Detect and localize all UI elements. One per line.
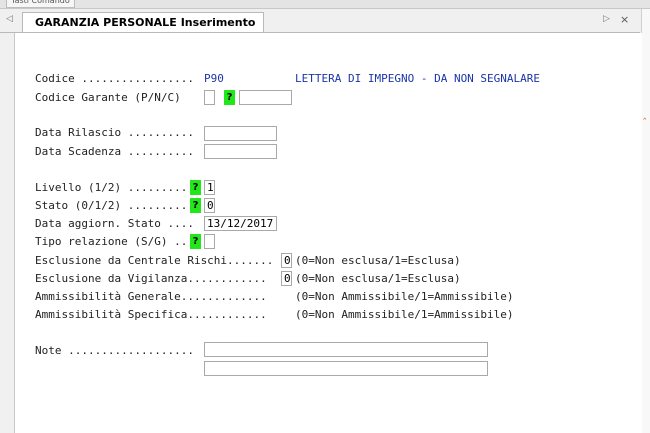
data-rilascio-label: Data Rilascio .......... — [35, 126, 194, 139]
codice-description: LETTERA DI IMPEGNO - DA NON SEGNALARE — [295, 72, 541, 85]
tab-title: GARANZIA PERSONALE — [35, 16, 177, 29]
codice-value: P90 — [204, 72, 224, 85]
stato-input[interactable]: 0 — [204, 198, 215, 213]
tipo-relazione-input[interactable] — [204, 234, 215, 249]
ammissibilita-generale-label: Ammissibilità Generale............. — [35, 290, 267, 303]
tipo-relazione-lookup-icon[interactable]: ? — [190, 234, 201, 249]
close-icon[interactable]: × — [620, 13, 629, 26]
note-input-line2[interactable] — [204, 361, 488, 376]
tab-next-icon[interactable]: ▷ — [603, 14, 610, 24]
livello-lookup-icon[interactable]: ? — [190, 180, 201, 195]
tab-garanzia-personale[interactable]: GARANZIA PERSONALE Inserimento — [22, 12, 265, 32]
esclusione-vig-hint: (0=Non esclusa/1=Esclusa) — [295, 272, 461, 285]
data-scadenza-input[interactable] — [204, 144, 277, 159]
codice-garante-label: Codice Garante (P/N/C) — [35, 91, 181, 104]
tab-prev-icon[interactable]: ◁ — [6, 14, 13, 24]
pane-caret-icon: ‸ — [643, 109, 647, 120]
tab-mode: Inserimento — [180, 16, 256, 29]
note-input-line1[interactable] — [204, 342, 488, 357]
command-keys-button[interactable]: Tasti Comando — [6, 0, 75, 8]
note-label: Note ................... — [35, 344, 194, 357]
esclusione-cr-label: Esclusione da Centrale Rischi....... — [35, 254, 274, 267]
codice-garante-type-input[interactable] — [204, 90, 215, 105]
data-aggiorn-stato-label: Data aggiorn. Stato .... — [35, 217, 194, 230]
form-panel: Codice ................. P90 LETTERA DI … — [14, 33, 642, 433]
data-rilascio-input[interactable] — [204, 126, 277, 141]
livello-label: Livello (1/2) ......... — [35, 181, 188, 194]
ammissibilita-specifica-label: Ammissibilità Specifica............ — [35, 308, 267, 321]
codice-garante-lookup-icon[interactable]: ? — [224, 90, 235, 105]
ammissibilita-generale-hint: (0=Non Ammissibile/1=Ammissibile) — [295, 290, 514, 303]
data-aggiorn-stato-input[interactable]: 13/12/2017 — [204, 216, 277, 231]
tipo-relazione-label: Tipo relazione (S/G) .. — [35, 235, 188, 248]
esclusione-vig-input[interactable]: 0 — [281, 271, 292, 286]
ammissibilita-specifica-hint: (0=Non Ammissibile/1=Ammissibile) — [295, 308, 514, 321]
esclusione-cr-hint: (0=Non esclusa/1=Esclusa) — [295, 254, 461, 267]
tab-bar: ◁ GARANZIA PERSONALE Inserimento ▷ × — [0, 9, 640, 33]
right-pane: ‸ — [641, 9, 650, 433]
stato-lookup-icon[interactable]: ? — [190, 198, 201, 213]
esclusione-cr-input[interactable]: 0 — [281, 253, 292, 268]
livello-input[interactable]: 1 — [204, 180, 215, 195]
stato-label: Stato (0/1/2) ......... — [35, 199, 188, 212]
esclusione-vig-label: Esclusione da Vigilanza............ — [35, 272, 267, 285]
toolbar-strip: Tasti Comando — [0, 0, 650, 9]
codice-garante-input[interactable] — [239, 90, 292, 105]
codice-label: Codice ................. — [35, 72, 194, 85]
data-scadenza-label: Data Scadenza .......... — [35, 145, 194, 158]
